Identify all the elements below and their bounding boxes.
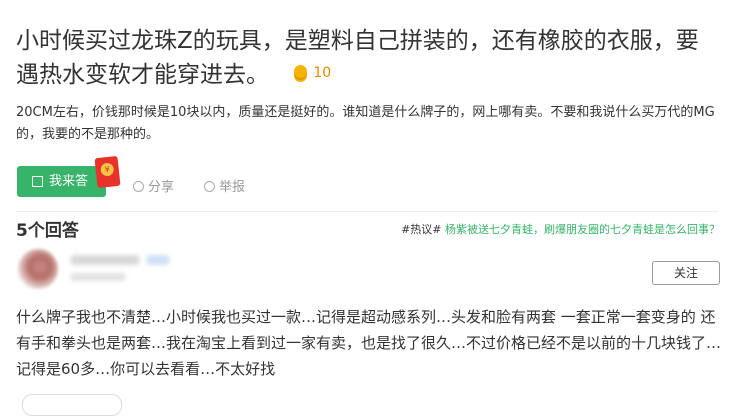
username-blurred[interactable] bbox=[70, 255, 140, 265]
edit-icon bbox=[32, 176, 43, 187]
hot-topic: #热议# 杨紫被送七夕青蛙，刷爆朋友圈的七夕青蛙是怎么回事？ bbox=[401, 221, 720, 237]
answer-date-blurred bbox=[70, 273, 126, 281]
report-button[interactable]: 举报 bbox=[204, 176, 245, 195]
hot-tag: #热议# bbox=[401, 223, 442, 236]
answer-button[interactable]: 我来答 bbox=[17, 166, 106, 197]
divider bbox=[16, 211, 718, 212]
share-label: 分享 bbox=[148, 180, 175, 195]
answer-footer-button[interactable] bbox=[22, 394, 122, 416]
follow-button[interactable]: 关注 bbox=[652, 261, 720, 285]
report-label: 举报 bbox=[219, 180, 246, 195]
reward: 10 bbox=[294, 58, 331, 93]
question-title: 小时候买过龙珠Z的玩具，是塑料自己拼装的，还有橡胶的衣服，要遇热水变软才能穿进去… bbox=[16, 24, 716, 93]
user-badge-blurred bbox=[146, 255, 170, 265]
share-icon bbox=[133, 181, 144, 192]
hot-topic-link[interactable]: 杨紫被送七夕青蛙，刷爆朋友圈的七夕青蛙是怎么回事？ bbox=[445, 223, 720, 236]
red-envelope-icon[interactable]: ¥ bbox=[94, 155, 121, 189]
answer-text: 什么牌子我也不清楚…小时候我也买过一款…记得是超动感系列…头发和脸有两套 一套正… bbox=[16, 308, 722, 378]
question-title-text: 小时候买过龙珠Z的玩具，是塑料自己拼装的，还有橡胶的衣服，要遇热水变软才能穿进去… bbox=[16, 28, 699, 88]
answer-button-label: 我来答 bbox=[49, 174, 89, 189]
share-button[interactable]: 分享 bbox=[133, 176, 174, 195]
avatar[interactable] bbox=[18, 249, 58, 289]
answer-count: 5个回答 bbox=[16, 221, 79, 241]
reward-value: 10 bbox=[313, 64, 332, 81]
report-icon bbox=[204, 181, 215, 192]
question-description: 20CM左右，价钱那时候是10块以内，质量还是挺好的。谁知道是什么牌子的，网上哪… bbox=[16, 105, 715, 142]
coin-icon bbox=[294, 65, 308, 79]
